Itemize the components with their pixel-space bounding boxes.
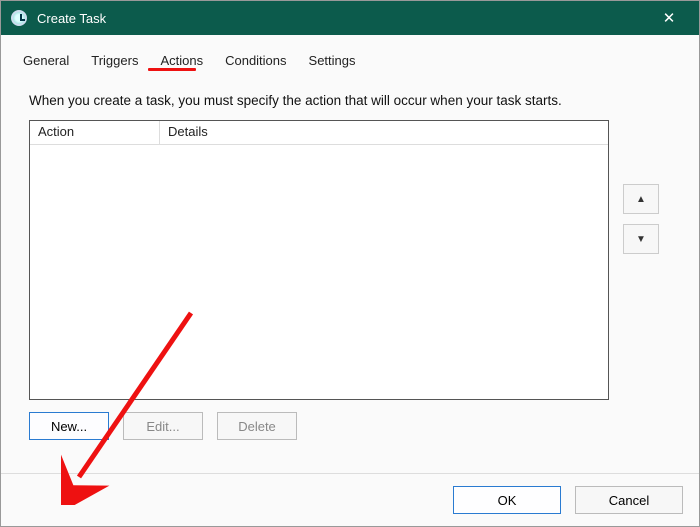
move-up-button[interactable]: ▲ (623, 184, 659, 214)
create-task-window: Create Task ✕ General Triggers Actions C… (0, 0, 700, 527)
close-button[interactable]: ✕ (649, 9, 689, 27)
window-title: Create Task (37, 11, 106, 26)
dialog-content: General Triggers Actions Conditions Sett… (1, 35, 699, 473)
clock-icon (11, 10, 27, 26)
instruction-text: When you create a task, you must specify… (29, 93, 681, 108)
tab-strip: General Triggers Actions Conditions Sett… (15, 45, 685, 75)
actions-table-area: Action Details ▲ ▼ (29, 120, 679, 400)
reorder-buttons: ▲ ▼ (623, 184, 659, 254)
tab-general[interactable]: General (19, 49, 73, 74)
column-header-action[interactable]: Action (30, 121, 160, 144)
dialog-footer: OK Cancel (1, 473, 699, 526)
cancel-button[interactable]: Cancel (575, 486, 683, 514)
actions-listbox[interactable]: Action Details (29, 120, 609, 400)
list-body-empty (30, 145, 608, 399)
edit-button[interactable]: Edit... (123, 412, 203, 440)
action-crud-buttons: New... Edit... Delete (29, 412, 685, 440)
annotation-underline (148, 68, 196, 71)
move-down-button[interactable]: ▼ (623, 224, 659, 254)
column-header-details[interactable]: Details (160, 121, 608, 144)
list-header: Action Details (30, 121, 608, 145)
tab-triggers[interactable]: Triggers (87, 49, 142, 74)
delete-button[interactable]: Delete (217, 412, 297, 440)
tab-conditions[interactable]: Conditions (221, 49, 290, 74)
tab-settings[interactable]: Settings (305, 49, 360, 74)
new-button[interactable]: New... (29, 412, 109, 440)
titlebar: Create Task ✕ (1, 1, 699, 35)
ok-button[interactable]: OK (453, 486, 561, 514)
